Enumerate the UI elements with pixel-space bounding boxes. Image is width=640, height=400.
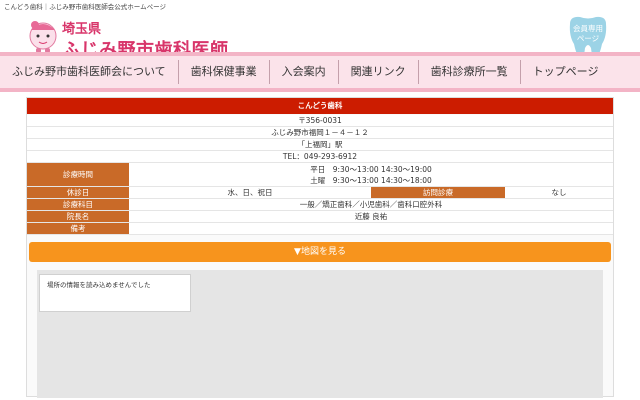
subjects-label: 診療科目 <box>27 199 129 210</box>
logo-prefecture: 埼玉県 <box>62 22 102 37</box>
clinic-detail-panel: こんどう歯科 〒356-0031 ふじみ野市福岡１－４－１２ 「上福岡」駅 TE… <box>26 97 614 398</box>
nav-item-membership[interactable]: 入会案内 <box>270 60 339 84</box>
subjects-row: 診療科目 一般／矯正歯科／小児歯科／歯科口腔外科 <box>27 199 613 211</box>
clinic-phone: TEL：049-293-6912 <box>27 151 613 163</box>
main-navigation: ふじみ野市歯科医師会について 歯科保健事業 入会案内 関連リンク 歯科診療所一覧… <box>0 52 640 94</box>
director-label: 院長名 <box>27 211 129 222</box>
nav-border-bottom <box>0 88 640 92</box>
notes-row: 備考 <box>27 223 613 235</box>
nav-item-about[interactable]: ふじみ野市歯科医師会について <box>0 60 179 84</box>
nav-item-dental-health[interactable]: 歯科保健事業 <box>179 60 270 84</box>
nav-item-clinic-list[interactable]: 歯科診療所一覧 <box>419 60 521 84</box>
site-logo[interactable]: 埼玉県 ふじみ野市歯科医師会 <box>26 12 246 87</box>
closed-days-label: 休診日 <box>27 187 129 198</box>
subjects-value: 一般／矯正歯科／小児歯科／歯科口腔外科 <box>299 200 443 209</box>
hours-weekday: 平日 9:30～13:00 14:30～19:00 <box>310 165 432 174</box>
clinic-name-header: こんどう歯科 <box>27 98 613 114</box>
home-visit-value: なし <box>551 188 567 197</box>
hours-label: 診療時間 <box>27 163 129 186</box>
site-tagline: こんどう歯科｜ふじみ野市歯科医師会公式ホームページ <box>4 3 166 11</box>
nav-item-top-page[interactable]: トップページ <box>521 60 611 84</box>
clinic-postal-code: 〒356-0031 <box>27 115 613 127</box>
closed-days-row: 休診日 水、日、祝日 訪問診療 なし <box>27 187 613 199</box>
map-area[interactable]: 場所の情報を読み込めませんでした <box>37 270 603 398</box>
tooth-mascot-icon <box>29 21 57 53</box>
hours-saturday: 土曜 9:30～13:00 14:30～18:00 <box>310 176 432 185</box>
show-map-button[interactable]: ▼地図を見る <box>29 242 611 262</box>
map-error-message: 場所の情報を読み込めませんでした <box>39 274 191 312</box>
notes-label: 備考 <box>27 223 129 234</box>
nav-item-links[interactable]: 関連リンク <box>339 60 419 84</box>
member-page-label-line1: 会員専用 <box>573 24 603 33</box>
director-value: 近藤 良祐 <box>354 212 388 221</box>
hours-row: 診療時間 平日 9:30～13:00 14:30～19:00 土曜 9:30～1… <box>27 163 613 187</box>
member-page-label-line2: ページ <box>576 34 600 43</box>
closed-days-value: 水、日、祝日 <box>227 188 273 197</box>
clinic-nearest-station: 「上福岡」駅 <box>27 139 613 151</box>
director-row: 院長名 近藤 良祐 <box>27 211 613 223</box>
clinic-address: ふじみ野市福岡１－４－１２ <box>27 127 613 139</box>
nav-bar: ふじみ野市歯科医師会について 歯科保健事業 入会案内 関連リンク 歯科診療所一覧… <box>0 56 640 88</box>
home-visit-label: 訪問診療 <box>371 187 505 198</box>
